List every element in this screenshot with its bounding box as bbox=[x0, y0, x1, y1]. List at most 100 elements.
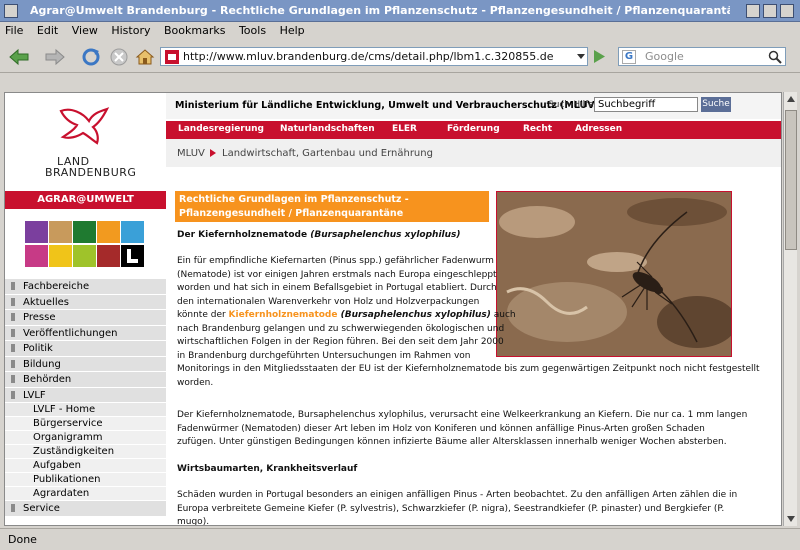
url-dropdown-icon[interactable] bbox=[577, 54, 585, 59]
color-tile[interactable] bbox=[25, 221, 48, 243]
scroll-up-icon[interactable] bbox=[787, 96, 795, 102]
url-bar[interactable]: http://www.mluv.brandenburg.de/cms/detai… bbox=[160, 47, 588, 66]
scroll-thumb[interactable] bbox=[785, 110, 797, 250]
color-tile[interactable] bbox=[97, 245, 120, 267]
status-text: Done bbox=[8, 533, 37, 546]
paragraph-2-line-3: zufügen. Unter günstigen Bedingungen kön… bbox=[177, 437, 727, 447]
paragraph-1-line-8: in Brandenburg durchgeführten Untersuchu… bbox=[177, 350, 471, 361]
breadcrumb-current[interactable]: Landwirtschaft, Gartenbau und Ernährung bbox=[222, 148, 433, 159]
topnav-recht[interactable]: Recht bbox=[523, 124, 552, 134]
sidebar-item-presse[interactable]: Presse bbox=[5, 310, 166, 326]
magnifier-icon[interactable] bbox=[768, 50, 782, 64]
brandenburg-logo[interactable]: LAND BRANDENBURG bbox=[43, 103, 136, 183]
sidebar-item-label: LVLF bbox=[23, 389, 46, 401]
menu-tools[interactable]: Tools bbox=[234, 22, 271, 39]
page-viewport: LAND BRANDENBURG AGRAR@UMWELT Fachbereic… bbox=[4, 92, 782, 526]
menu-edit[interactable]: Edit bbox=[32, 22, 63, 39]
sidebar-item-service[interactable]: Service bbox=[5, 501, 166, 517]
reload-icon[interactable] bbox=[80, 47, 102, 67]
topnav-naturlandschaften[interactable]: Naturlandschaften bbox=[280, 124, 375, 134]
sidebar-item-lvlf[interactable]: LVLF bbox=[5, 387, 166, 403]
sidebar-item-label: Presse bbox=[23, 312, 56, 323]
menu-help[interactable]: Help bbox=[275, 22, 310, 39]
sidebar-item-bildung[interactable]: Bildung bbox=[5, 356, 166, 372]
sidebar-subitem-zustaendigkeiten[interactable]: Zuständigkeiten bbox=[5, 445, 166, 459]
vertical-scrollbar[interactable] bbox=[783, 92, 797, 526]
close-icon[interactable] bbox=[780, 4, 794, 18]
maximize-icon[interactable] bbox=[763, 4, 777, 18]
paragraph-1-line-5: könnte der Kiefernholznematode (Bursaphe… bbox=[177, 309, 516, 323]
paragraph-1-line-7: wirtschaftlichen Folgen in der Region fü… bbox=[177, 337, 504, 347]
menu-bookmarks[interactable]: Bookmarks bbox=[159, 22, 230, 39]
site-search-button[interactable]: Suche bbox=[701, 97, 731, 112]
web-search-input[interactable]: G Google bbox=[618, 47, 786, 66]
minimize-icon[interactable] bbox=[746, 4, 760, 18]
article-subtitle: Der Kiefernholznematode (Bursaphelenchus… bbox=[177, 229, 461, 243]
color-tile[interactable] bbox=[25, 245, 48, 267]
sidebar-item-label: Aktuelles bbox=[23, 296, 69, 308]
sidebar-item-label: Behörden bbox=[23, 374, 72, 385]
sidebar-item-label: Bildung bbox=[23, 358, 61, 370]
paragraph-1-line-10: worden. bbox=[177, 377, 214, 388]
agrar-umwelt-bar[interactable]: AGRAR@UMWELT bbox=[5, 191, 166, 209]
paragraph-3-line-1: Schäden wurden in Portugal besonders an … bbox=[177, 490, 738, 500]
sidebar-item-fachbereiche[interactable]: Fachbereiche bbox=[5, 279, 166, 295]
color-tile[interactable] bbox=[121, 221, 144, 243]
color-tile-l[interactable] bbox=[121, 245, 144, 267]
eagle-logo-icon bbox=[59, 107, 110, 145]
sidebar-subitem-buergerservice[interactable]: Bürgerservice bbox=[5, 417, 166, 431]
top-navigation: Landesregierung Naturlandschaften ELER F… bbox=[166, 121, 781, 139]
subtitle-text: Der Kiefernholznematode bbox=[177, 230, 311, 240]
color-tile[interactable] bbox=[49, 221, 72, 243]
paragraph-3-line-3: mugo). bbox=[177, 517, 210, 526]
color-tile[interactable] bbox=[97, 221, 120, 243]
beetle-image-icon bbox=[497, 192, 731, 356]
breadcrumb-arrow-icon bbox=[210, 149, 216, 157]
menu-history[interactable]: History bbox=[106, 22, 155, 39]
search-placeholder: Google bbox=[645, 50, 684, 63]
back-icon[interactable] bbox=[8, 47, 30, 67]
title-bar: Agrar@Umwelt Brandenburg - Rechtliche Gr… bbox=[0, 0, 800, 22]
sidebar-subitem-organigramm[interactable]: Organigramm bbox=[5, 431, 166, 445]
paragraph-1-line-1: Ein für empfindliche Kiefernarten (Pinus… bbox=[177, 256, 494, 266]
stop-icon[interactable] bbox=[108, 47, 130, 67]
topnav-adressen[interactable]: Adressen bbox=[575, 124, 622, 134]
color-tile[interactable] bbox=[49, 245, 72, 267]
sidebar-item-politik[interactable]: Politik bbox=[5, 341, 166, 357]
sidebar-item-veroeffentlichungen[interactable]: Veröffentlichungen bbox=[5, 325, 166, 341]
forward-icon[interactable] bbox=[44, 47, 66, 67]
sidebar-item-aktuelles[interactable]: Aktuelles bbox=[5, 294, 166, 310]
site-search-input[interactable]: Suchbegriff bbox=[594, 97, 698, 112]
color-tile[interactable] bbox=[73, 245, 96, 267]
paragraph-1-line-3: worden und hat sich in einem Befallsgebi… bbox=[177, 283, 497, 293]
subtitle-latin: (Bursaphelenchus xylophilus) bbox=[310, 230, 461, 240]
text-segment: auch bbox=[490, 310, 516, 320]
color-tile[interactable] bbox=[73, 221, 96, 243]
sidebar-item-behoerden[interactable]: Behörden bbox=[5, 372, 166, 388]
url-text: http://www.mluv.brandenburg.de/cms/detai… bbox=[183, 50, 554, 63]
theme-color-tiles[interactable] bbox=[25, 221, 147, 269]
text-segment: könnte der bbox=[177, 310, 229, 320]
sidebar-subitem-aufgaben[interactable]: Aufgaben bbox=[5, 459, 166, 473]
topnav-foerderung[interactable]: Förderung bbox=[447, 124, 500, 134]
sidebar-subitem-lvlf-home[interactable]: LVLF - Home bbox=[5, 403, 166, 417]
scroll-down-icon[interactable] bbox=[787, 516, 795, 522]
menu-bar: File Edit View History Bookmarks Tools H… bbox=[0, 22, 800, 41]
site-favicon-icon bbox=[165, 50, 179, 64]
breadcrumb-mluv[interactable]: MLUV bbox=[177, 148, 205, 159]
topnav-landesregierung[interactable]: Landesregierung bbox=[178, 124, 264, 134]
nematode-photo bbox=[496, 191, 732, 357]
sidebar-item-label: Service bbox=[23, 503, 60, 514]
sidebar-subitem-publikationen[interactable]: Publikationen bbox=[5, 473, 166, 487]
window-menu-icon[interactable] bbox=[4, 4, 18, 18]
home-icon[interactable] bbox=[134, 47, 156, 67]
kiefernholznematode-link[interactable]: Kiefernholznematode bbox=[229, 310, 338, 320]
site-search-label: Such-Hilfe bbox=[548, 100, 594, 110]
status-bar: Done bbox=[0, 528, 800, 550]
go-icon[interactable] bbox=[590, 47, 608, 66]
sidebar-subitem-agrardaten[interactable]: Agrardaten bbox=[5, 487, 166, 501]
menu-view[interactable]: View bbox=[67, 22, 103, 39]
search-engine-icon[interactable]: G bbox=[622, 50, 636, 64]
topnav-eler[interactable]: ELER bbox=[392, 124, 417, 134]
menu-file[interactable]: File bbox=[0, 22, 28, 39]
